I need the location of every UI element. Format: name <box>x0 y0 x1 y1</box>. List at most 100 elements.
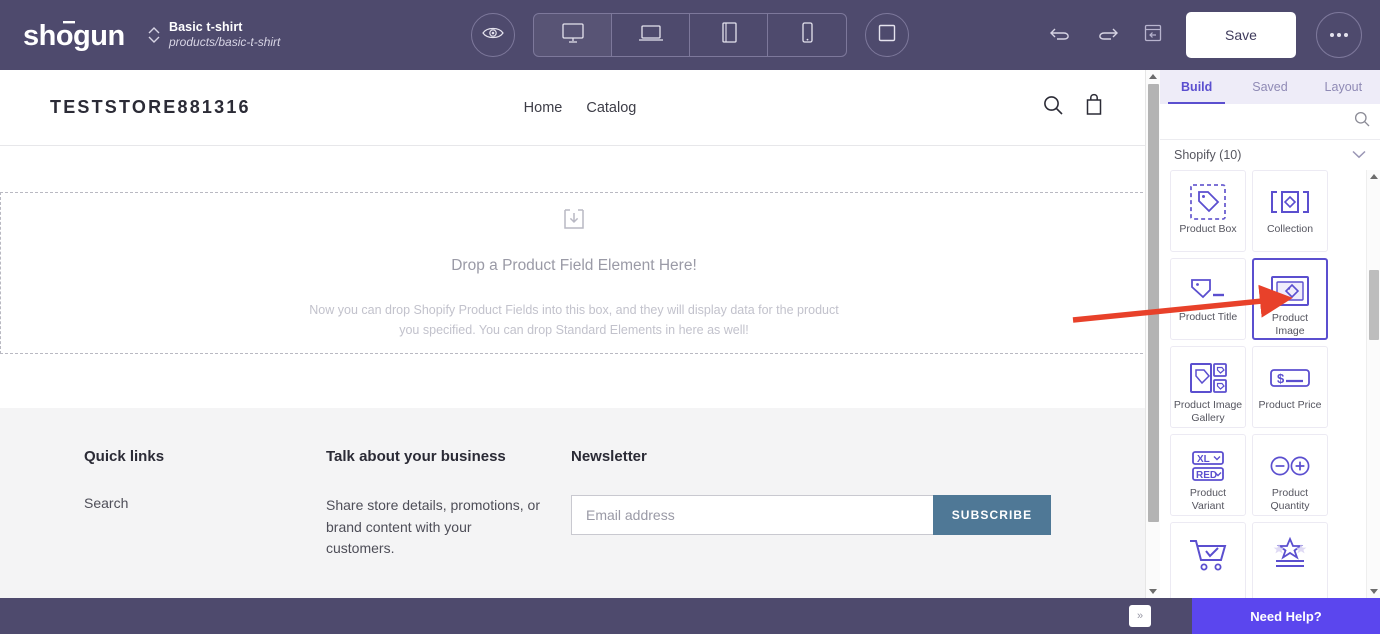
search-icon[interactable] <box>1354 111 1370 132</box>
tab-build[interactable]: Build <box>1160 70 1233 104</box>
shogun-page-builder: shogun Basic t-shirt products/basic-t-sh… <box>0 0 1380 634</box>
more-options-button[interactable] <box>1316 12 1362 58</box>
storefront-actions <box>1042 93 1104 122</box>
canvas-scrollbar[interactable] <box>1145 70 1160 598</box>
element-label: Product Box <box>1179 223 1237 235</box>
tab-layout[interactable]: Layout <box>1307 70 1380 104</box>
element-label: Product Variant <box>1189 487 1227 513</box>
dropzone-subtitle: Now you can drop Shopify Product Fields … <box>309 303 839 337</box>
element-tile-product-variant[interactable]: XL RED Product Variant <box>1170 434 1246 516</box>
eye-icon <box>482 25 504 46</box>
svg-text:$: $ <box>1277 371 1285 386</box>
elements-sidebar: Build Saved Layout Shopify (10) Product … <box>1160 70 1380 598</box>
nav-item-catalog[interactable]: Catalog <box>586 100 636 116</box>
element-tile-product-rating[interactable] <box>1252 522 1328 598</box>
product-image-icon <box>1268 270 1312 312</box>
sidebar-search-row <box>1160 104 1380 140</box>
element-tile-product-image[interactable]: Product Image <box>1252 258 1328 340</box>
storefront-canvas[interactable]: TESTSTORE881316 Home Catalog Drop a Prod… <box>0 70 1160 598</box>
collection-icon <box>1268 181 1312 223</box>
scroll-up-arrow-icon[interactable] <box>1370 174 1378 179</box>
element-tile-add-to-cart[interactable] <box>1170 522 1246 598</box>
product-price-icon: $ <box>1267 357 1313 399</box>
storefront-header: TESTSTORE881316 Home Catalog <box>0 70 1160 146</box>
sidebar-scrollbar-thumb[interactable] <box>1369 270 1379 340</box>
version-history-button[interactable] <box>1140 22 1166 48</box>
laptop-icon <box>637 22 665 49</box>
svg-text:RED: RED <box>1196 470 1217 481</box>
svg-text:shogun: shogun <box>23 20 125 52</box>
element-label: Product Image Gallery <box>1173 399 1243 425</box>
element-label: Product Quantity <box>1270 487 1310 513</box>
shopping-bag-icon[interactable] <box>1084 93 1104 122</box>
chevron-updown-icon <box>148 27 160 43</box>
element-tile-product-box[interactable]: Product Box <box>1170 170 1246 252</box>
preview-button[interactable] <box>471 13 515 57</box>
element-label: Product Price <box>1258 399 1322 411</box>
storefront-footer: Quick links Search Talk about your busin… <box>0 408 1160 598</box>
scroll-down-arrow-icon[interactable] <box>1149 589 1157 594</box>
footer-link-search[interactable]: Search <box>84 495 326 511</box>
save-button[interactable]: Save <box>1186 12 1296 58</box>
sidebar-section-shopify[interactable]: Shopify (10) <box>1160 140 1380 170</box>
shogun-logo[interactable]: shogun <box>20 15 130 55</box>
undo-arrow-icon <box>1049 23 1073 48</box>
element-label: Product Image <box>1271 311 1309 337</box>
element-tile-product-price[interactable]: $ Product Price <box>1252 346 1328 428</box>
element-tile-product-image-gallery[interactable]: Product Image Gallery <box>1170 346 1246 428</box>
sidebar-search-input[interactable] <box>1170 114 1354 129</box>
more-options-icon <box>1330 33 1334 37</box>
device-mobile-button[interactable] <box>768 14 846 56</box>
product-rating-icon <box>1267 533 1313 575</box>
scroll-up-arrow-icon[interactable] <box>1149 74 1157 79</box>
device-desktop-button[interactable] <box>534 14 612 56</box>
fullscreen-square-icon <box>877 23 897 48</box>
need-help-button[interactable]: Need Help? <box>1192 598 1380 634</box>
footer-text-about: Share store details, promotions, or bran… <box>326 497 540 557</box>
sidebar-scrollbar[interactable] <box>1366 170 1380 598</box>
element-tile-collection[interactable]: Collection <box>1252 170 1328 252</box>
drop-into-box-icon <box>561 206 587 237</box>
page-selector[interactable]: Basic t-shirt products/basic-t-shirt <box>148 20 280 51</box>
product-variant-icon: XL RED <box>1186 445 1230 487</box>
product-field-dropzone[interactable]: Drop a Product Field Element Here! Now y… <box>0 192 1148 354</box>
undo-button[interactable] <box>1048 22 1074 48</box>
nav-item-home[interactable]: Home <box>524 100 563 116</box>
element-tile-product-title[interactable]: Product Title <box>1170 258 1246 340</box>
dropzone-title: Drop a Product Field Element Here! <box>451 257 697 275</box>
element-tile-product-quantity[interactable]: Product Quantity <box>1252 434 1328 516</box>
add-to-cart-icon <box>1185 533 1231 575</box>
scroll-down-arrow-icon[interactable] <box>1370 589 1378 594</box>
product-title-icon <box>1186 269 1230 311</box>
element-label: Collection <box>1266 223 1314 235</box>
newsletter-subscribe-button[interactable]: SUBSCRIBE <box>933 495 1051 535</box>
version-history-icon <box>1142 22 1164 49</box>
tablet-icon <box>718 21 740 50</box>
device-laptop-button[interactable] <box>612 14 690 56</box>
app-bottom-bar <box>0 598 1380 634</box>
product-box-icon <box>1188 181 1228 223</box>
sidebar-section-title: Shopify (10) <box>1174 148 1242 162</box>
device-tablet-button[interactable] <box>690 14 768 56</box>
footer-title-about: Talk about your business <box>326 448 506 465</box>
newsletter-email-input[interactable] <box>571 495 933 535</box>
right-toolbar: Save <box>1048 0 1362 70</box>
chevron-down-icon[interactable] <box>1352 146 1366 164</box>
tab-saved[interactable]: Saved <box>1233 70 1306 104</box>
collapse-panel-icon: » <box>1136 610 1144 622</box>
redo-button[interactable] <box>1094 22 1120 48</box>
redo-arrow-icon <box>1095 23 1119 48</box>
footer-column-newsletter: Newsletter SUBSCRIBE <box>571 448 1051 560</box>
product-quantity-icon <box>1267 445 1313 487</box>
search-icon[interactable] <box>1042 94 1064 121</box>
desktop-monitor-icon <box>560 21 586 50</box>
fullscreen-button[interactable] <box>865 13 909 57</box>
page-path: products/basic-t-shirt <box>169 35 281 50</box>
footer-column-about: Talk about your business Share store det… <box>326 448 571 560</box>
svg-text:XL: XL <box>1197 454 1210 465</box>
collapse-panel-button[interactable]: » <box>1129 605 1151 627</box>
storefront-nav: Home Catalog <box>0 100 1160 116</box>
canvas-scrollbar-thumb[interactable] <box>1148 84 1159 522</box>
sidebar-tabs: Build Saved Layout <box>1160 70 1380 104</box>
footer-column-quick-links: Quick links Search <box>84 448 326 560</box>
